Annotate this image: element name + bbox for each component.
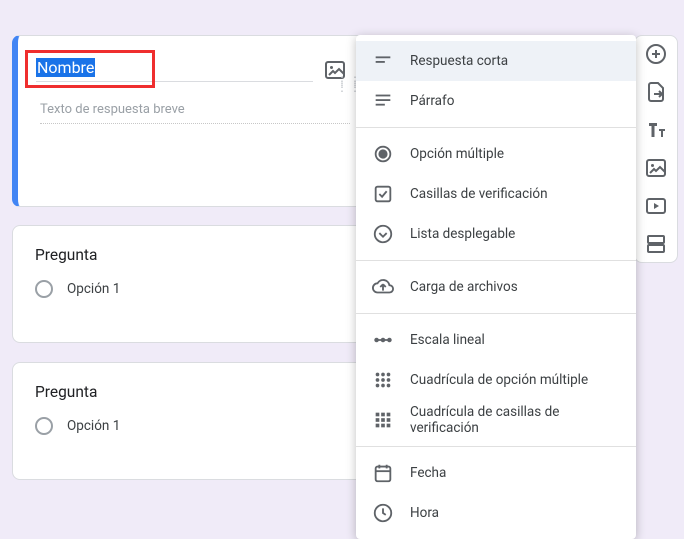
menu-label: Lista desplegable <box>410 226 515 242</box>
short-answer-icon <box>372 50 394 72</box>
question-title-text: Nombre <box>36 58 95 77</box>
add-image-button[interactable] <box>644 156 668 180</box>
linear-scale-icon <box>372 329 394 351</box>
question-title-input[interactable]: Nombre <box>36 58 313 82</box>
menu-item-multiple-choice[interactable]: Opción múltiple <box>356 134 636 174</box>
menu-item-date[interactable]: Fecha <box>356 453 636 493</box>
menu-item-mc-grid[interactable]: Cuadrícula de opción múltiple <box>356 360 636 400</box>
menu-item-short-answer[interactable]: Respuesta corta <box>356 41 636 81</box>
menu-item-linear-scale[interactable]: Escala lineal <box>356 320 636 360</box>
grid-dots-icon <box>372 369 394 391</box>
menu-label: Párrafo <box>410 93 454 109</box>
dropdown-icon <box>372 223 394 245</box>
menu-item-time[interactable]: Hora <box>356 493 636 533</box>
add-video-button[interactable] <box>644 194 668 218</box>
paragraph-icon <box>372 90 394 112</box>
menu-label: Escala lineal <box>410 332 485 348</box>
menu-label: Respuesta corta <box>410 53 508 69</box>
side-toolbar <box>634 35 678 263</box>
menu-separator <box>356 260 636 261</box>
menu-item-cb-grid[interactable]: Cuadrícula de casillas de verificación <box>356 400 636 440</box>
import-questions-button[interactable] <box>644 80 668 104</box>
radio-icon <box>35 280 53 298</box>
menu-item-paragraph[interactable]: Párrafo <box>356 81 636 121</box>
menu-item-file-upload[interactable]: Carga de archivos <box>356 267 636 307</box>
menu-label: Cuadrícula de casillas de verificación <box>410 404 620 436</box>
menu-label: Carga de archivos <box>410 279 518 295</box>
checkbox-icon <box>372 183 394 205</box>
option-label: Opción 1 <box>67 418 120 434</box>
add-question-button[interactable] <box>644 42 668 66</box>
radio-icon <box>372 143 394 165</box>
upload-icon <box>372 276 394 298</box>
menu-label: Fecha <box>410 465 446 481</box>
answer-hint: Texto de respuesta breve <box>40 102 350 124</box>
menu-label: Hora <box>410 505 439 521</box>
question-type-menu: Respuesta corta Párrafo Opción múltiple … <box>356 35 636 539</box>
grid-squares-icon <box>372 409 394 431</box>
option-label: Opción 1 <box>67 281 120 297</box>
calendar-icon <box>372 462 394 484</box>
menu-separator <box>356 313 636 314</box>
menu-item-checkboxes[interactable]: Casillas de verificación <box>356 174 636 214</box>
add-title-button[interactable] <box>644 118 668 142</box>
menu-label: Opción múltiple <box>410 146 504 162</box>
menu-separator <box>356 446 636 447</box>
clock-icon <box>372 502 394 524</box>
menu-label: Casillas de verificación <box>410 186 548 202</box>
radio-icon <box>35 417 53 435</box>
menu-item-dropdown[interactable]: Lista desplegable <box>356 214 636 254</box>
add-section-button[interactable] <box>644 232 668 256</box>
menu-label: Cuadrícula de opción múltiple <box>410 372 588 388</box>
menu-separator <box>356 127 636 128</box>
